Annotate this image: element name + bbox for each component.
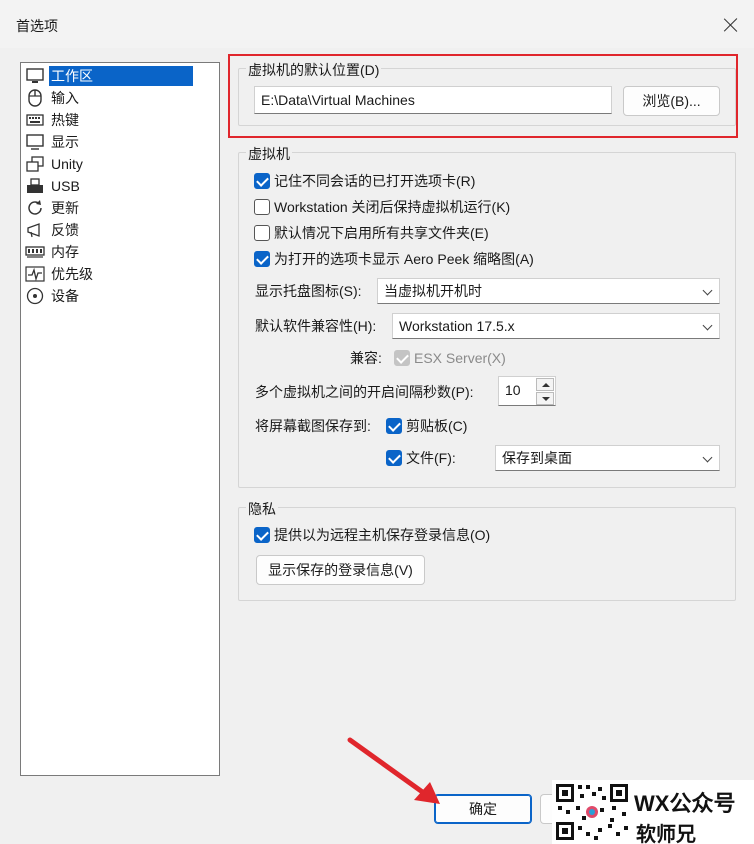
chevron-down-icon [702,452,713,463]
file-location-select[interactable]: 保存到桌面 [495,445,720,471]
keyboard-icon [25,111,45,129]
clipboard-label: 剪贴板(C) [406,418,468,434]
red-arrow-icon [347,737,440,804]
tree-item[interactable]: USB [21,175,219,197]
tree-item[interactable]: 反馈 [21,219,219,241]
enable-shared-checkbox[interactable]: 默认情况下启用所有共享文件夹(E) [254,222,489,244]
remember-login-checkbox[interactable]: 提供以为远程主机保存登录信息(O) [254,524,490,546]
mouse-icon [25,89,45,107]
workspace-icon [25,67,45,85]
watermark: WX公众号 软师兄 [552,780,754,844]
chevron-down-icon [702,320,713,331]
delay-label: 多个虚拟机之间的开启间隔秒数(P): [255,384,474,400]
monitor-icon [25,133,45,151]
show-saved-login-button[interactable]: 显示保存的登录信息(V) [256,555,425,585]
watermark-line2: 软师兄 [636,824,696,844]
category-tree[interactable]: 工作区输入热键显示 Unity USB 更新反馈内存优先级设备 [20,62,220,776]
tree-item-label: Unity [51,156,83,172]
vm-group-label: 虚拟机 [246,144,292,164]
keep-running-label: Workstation 关闭后保持虚拟机运行(K) [274,199,511,215]
tree-item-label: 优先级 [51,266,93,282]
checkbox-checked-icon [254,173,270,189]
tray-icon-value: 当虚拟机开机时 [384,283,482,299]
spin-up-icon[interactable] [536,378,554,391]
checkbox-unchecked-icon [254,199,270,215]
remember-tabs-label: 记住不同会话的已打开选项卡(R) [274,173,476,189]
clipboard-checkbox[interactable]: 剪贴板(C) [386,415,467,437]
tree-item[interactable]: 显示 [21,131,219,153]
esx-server-label: ESX Server(X) [414,350,506,366]
tree-item-label: 更新 [51,200,79,216]
tree-item-label: 热键 [51,112,79,128]
unity-icon [25,155,45,173]
screenshot-label: 将屏幕截图保存到: [255,418,371,434]
tree-item-label: 输入 [51,90,79,106]
tray-icon-label: 显示托盘图标(S): [255,283,362,299]
esx-server-checkbox[interactable]: ESX Server(X) [394,347,506,369]
tray-icon-select[interactable]: 当虚拟机开机时 [377,278,720,304]
checkbox-checked-icon [386,418,402,434]
memory-icon [25,243,45,261]
checkbox-checked-icon [254,527,270,543]
checkbox-checked-icon [254,251,270,267]
spin-down-icon[interactable] [536,392,554,405]
compat-value: Workstation 17.5.x [399,318,515,334]
tree-item-label: 显示 [51,134,79,150]
titlebar: 首选项 [0,0,754,48]
compat-select[interactable]: Workstation 17.5.x [392,313,720,339]
file-location-value: 保存到桌面 [502,450,572,466]
keep-running-checkbox[interactable]: Workstation 关闭后保持虚拟机运行(K) [254,196,510,218]
usb-icon [25,177,45,195]
tree-item[interactable]: 热键 [21,109,219,131]
tree-item[interactable]: 工作区 [21,65,219,87]
close-icon[interactable] [722,16,740,34]
dialog-body: 工作区 输入 热键 显示 Unity USB 更新 反馈 内存 优先级 设备 虚拟机的默认位置(D)… [0,48,754,844]
pulse-icon [25,265,45,283]
aero-peek-label: 为打开的选项卡显示 Aero Peek 缩略图(A) [274,251,534,267]
tree-item[interactable]: 更新 [21,197,219,219]
tree-item[interactable]: Unity [21,153,219,175]
tree-item-label: USB [51,178,80,194]
remember-login-label: 提供以为远程主机保存登录信息(O) [274,527,491,543]
qr-code-icon [554,782,630,842]
enable-shared-label: 默认情况下启用所有共享文件夹(E) [274,225,489,241]
checkbox-disabled-icon [394,350,410,366]
file-label: 文件(F): [406,450,456,466]
tree-item[interactable]: 优先级 [21,263,219,285]
checkbox-checked-icon [386,450,402,466]
aero-peek-checkbox[interactable]: 为打开的选项卡显示 Aero Peek 缩略图(A) [254,248,534,270]
checkbox-unchecked-icon [254,225,270,241]
privacy-group [238,507,736,601]
tree-item-label: 设备 [51,288,79,304]
red-highlight-box [228,54,738,138]
refresh-icon [25,199,45,217]
tree-item[interactable]: 输入 [21,87,219,109]
megaphone-icon [25,221,45,239]
file-checkbox[interactable]: 文件(F): [386,447,456,469]
tree-item-label: 内存 [51,244,79,260]
compat-with-label: 兼容: [350,350,382,366]
window-title: 首选项 [16,18,58,34]
delay-value: 10 [505,382,521,398]
delay-spinner[interactable]: 10 [498,376,556,406]
chevron-down-icon [702,285,713,296]
compat-label: 默认软件兼容性(H): [255,318,377,334]
tree-item-label: 工作区 [49,66,193,86]
disc-icon [25,287,45,305]
remember-tabs-checkbox[interactable]: 记住不同会话的已打开选项卡(R) [254,170,475,192]
privacy-group-label: 隐私 [246,499,278,519]
tree-item[interactable]: 内存 [21,241,219,263]
tree-item-label: 反馈 [51,222,79,238]
tree-item[interactable]: 设备 [21,285,219,307]
watermark-line1: WX公众号 [634,791,736,816]
